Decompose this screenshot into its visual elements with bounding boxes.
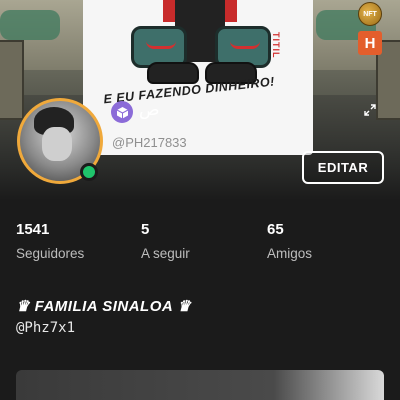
display-name: ♛ FAMILIA SINALOA ♛ (16, 298, 192, 315)
online-status-dot (80, 163, 98, 181)
cube-badge-icon[interactable] (111, 101, 133, 123)
banner-plant (0, 10, 60, 40)
nft-badge-icon[interactable]: NFT (358, 2, 382, 26)
banner-artwork: TITIL E EU FAZENDO DINHEIRO! (83, 0, 313, 155)
stat-followers[interactable]: 1541 Seguidores (16, 221, 84, 261)
stat-friends[interactable]: 65 Amigos (267, 221, 312, 261)
stat-value: 1541 (16, 221, 50, 238)
profile-username: @PH217833 (112, 135, 187, 150)
profile-handle: @Phz7x1 (16, 320, 76, 336)
profile-name: ص (139, 100, 160, 120)
stat-label: A seguir (141, 246, 190, 261)
edit-profile-button[interactable]: EDITAR (302, 151, 384, 184)
stat-label: Amigos (267, 246, 313, 261)
art-side-text: TITIL (271, 32, 281, 59)
art-caption: E EU FAZENDO DINHEIRO! (102, 74, 276, 107)
banner-pillar (0, 40, 24, 120)
stat-value: 5 (141, 221, 150, 238)
expand-icon[interactable] (364, 104, 376, 116)
h-badge-icon[interactable]: H (358, 31, 382, 55)
profile-card[interactable] (16, 370, 384, 400)
stat-following[interactable]: 5 A seguir (141, 221, 190, 261)
art-sneaker (147, 62, 199, 84)
stat-label: Seguidores (16, 246, 85, 261)
stat-value: 65 (267, 221, 284, 238)
